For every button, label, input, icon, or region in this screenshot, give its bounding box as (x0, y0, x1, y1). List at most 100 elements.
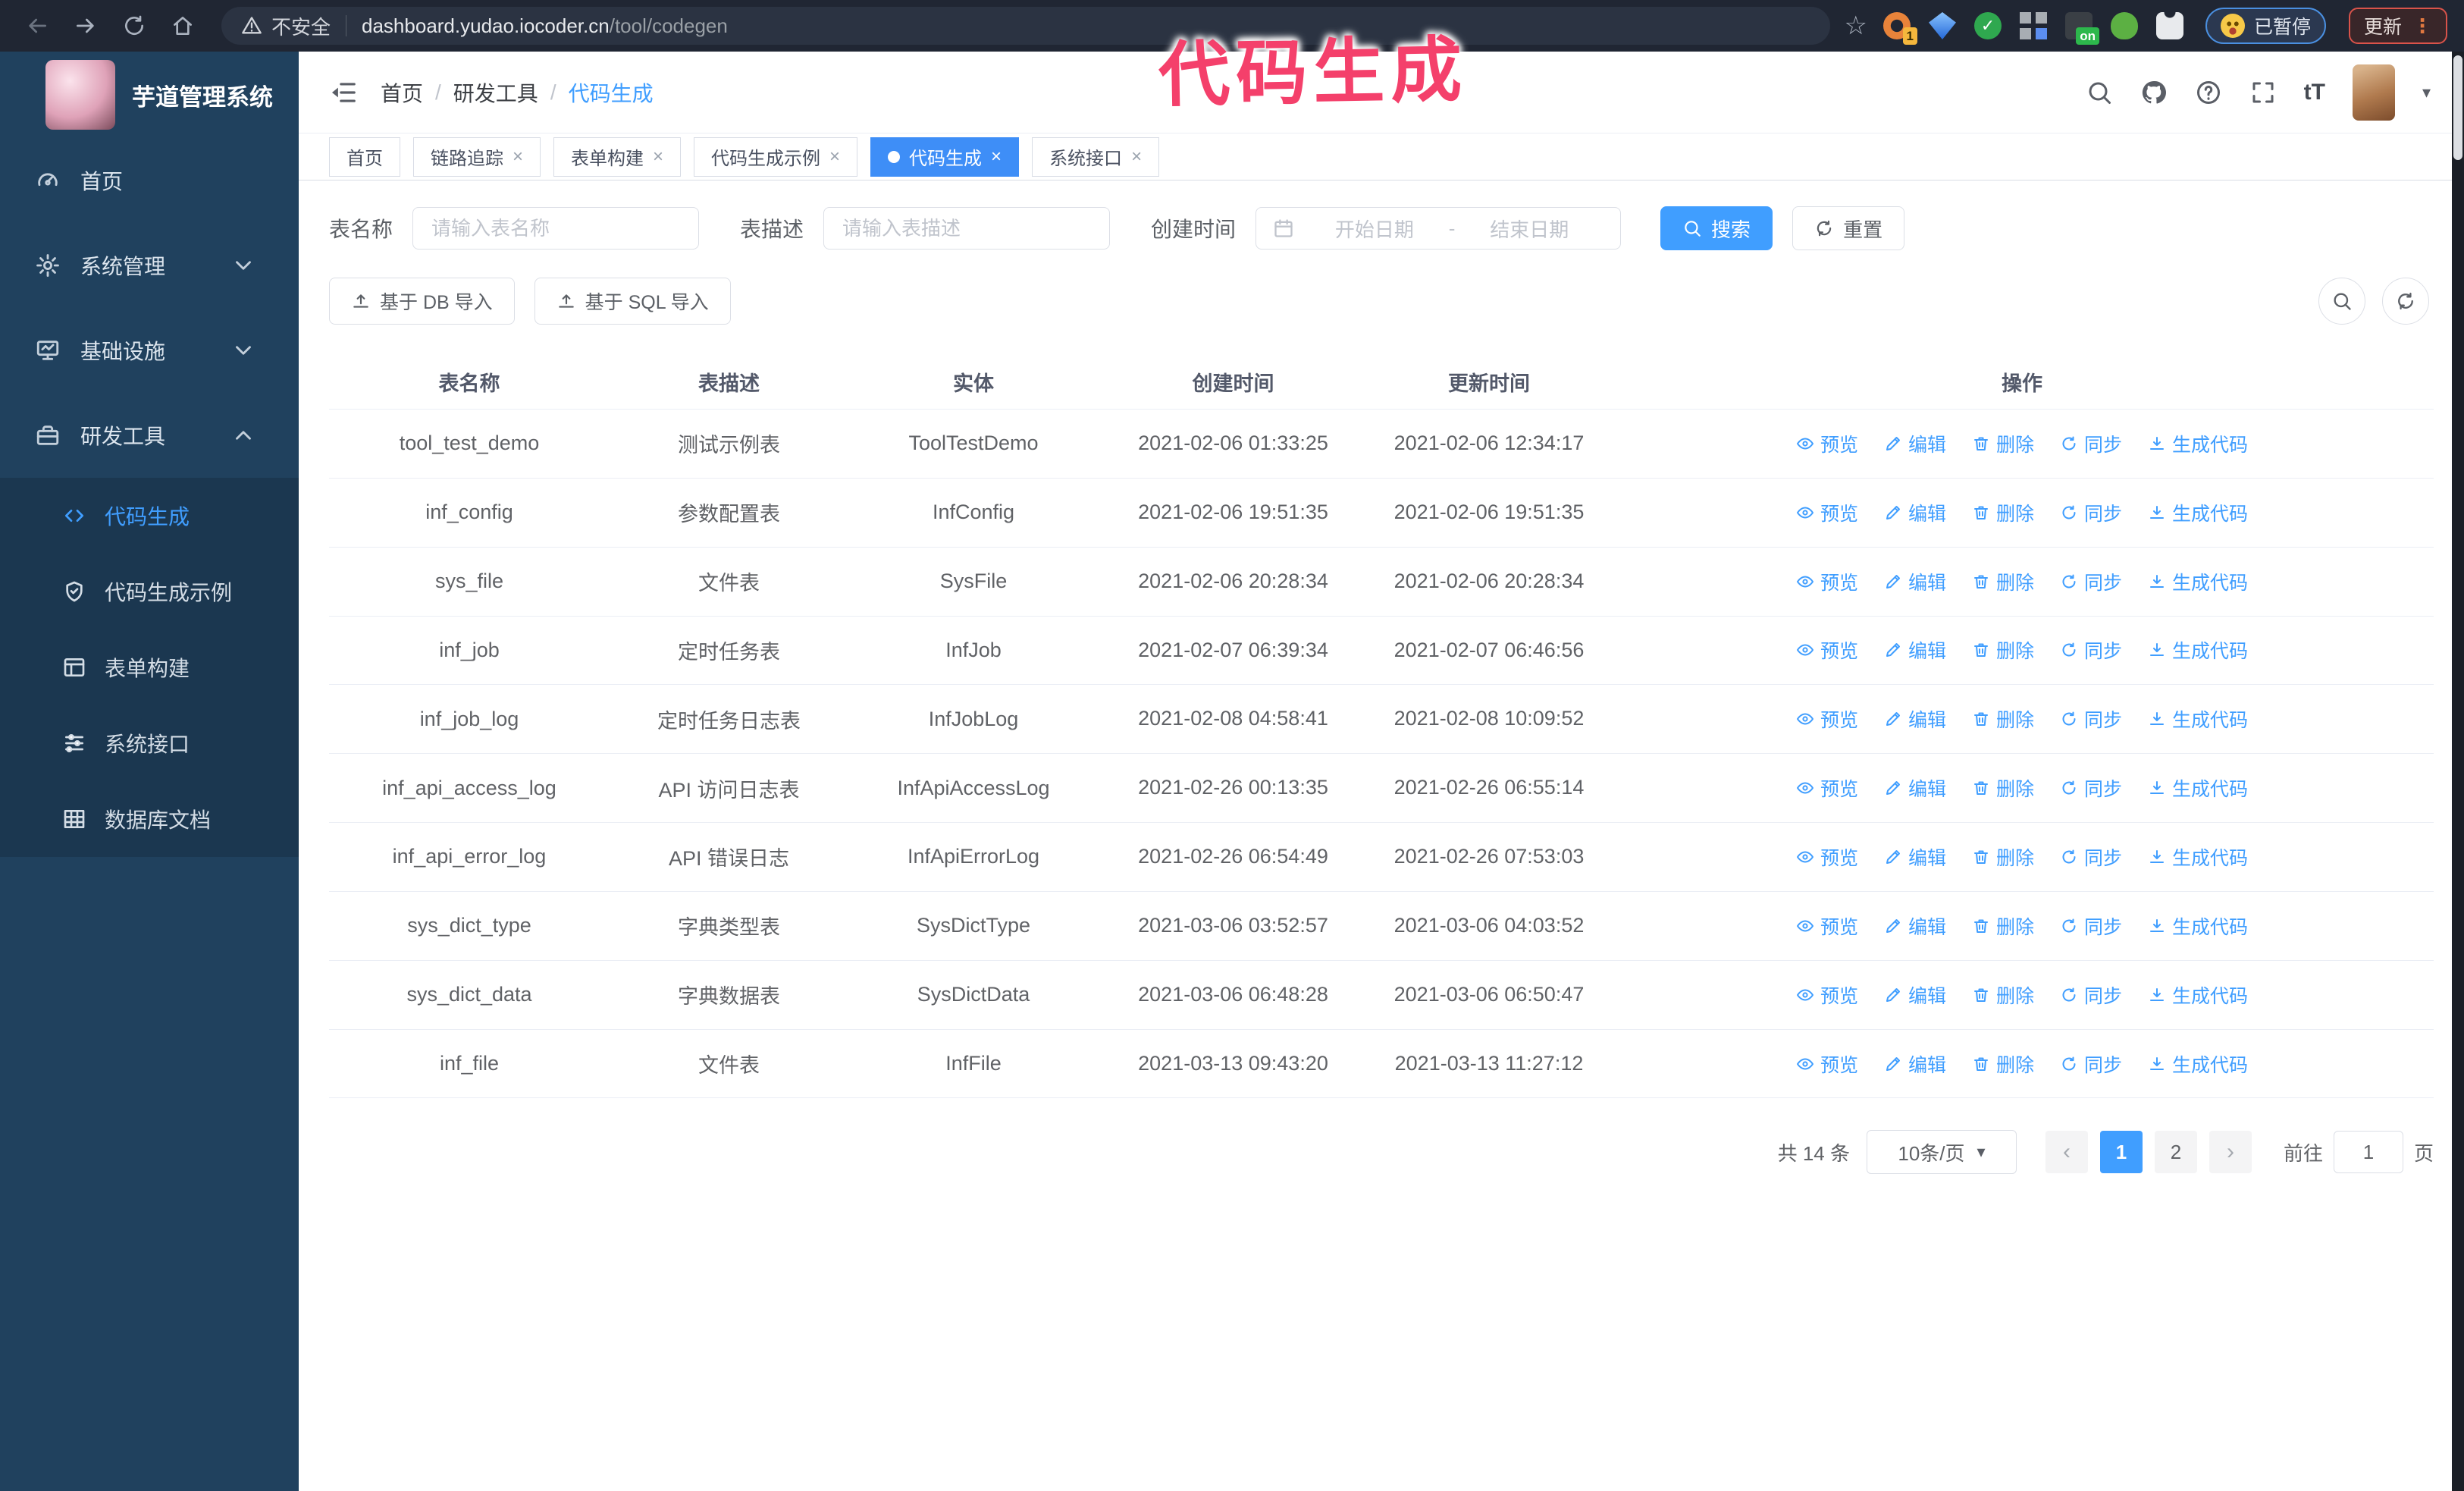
row-action-link[interactable]: 同步 (2060, 912, 2122, 940)
view-tab[interactable]: 代码生成示例 × (694, 137, 858, 177)
row-action-link[interactable]: 编辑 (1884, 843, 1946, 871)
sidebar-menu-item[interactable]: 研发工具 (0, 393, 299, 478)
row-action-link[interactable]: 生成代码 (2148, 430, 2248, 457)
next-page-button[interactable]: › (2209, 1131, 2252, 1174)
font-size-icon[interactable]: tT (2304, 80, 2325, 105)
row-action-link[interactable]: 同步 (2060, 774, 2122, 802)
row-action-link[interactable]: 编辑 (1884, 499, 1946, 526)
sidebar-submenu-item[interactable]: 系统接口 (0, 705, 299, 781)
row-action-link[interactable]: 预览 (1796, 705, 1858, 733)
row-action-link[interactable]: 编辑 (1884, 568, 1946, 595)
sidebar-menu-item[interactable]: 系统管理 (0, 223, 299, 308)
close-tab-icon[interactable]: × (991, 146, 1002, 168)
reset-button[interactable]: 重置 (1792, 206, 1905, 250)
browser-update-button[interactable]: 更新 ⋮ (2348, 8, 2447, 44)
row-action-link[interactable]: 编辑 (1884, 1050, 1946, 1078)
browser-extension-icon[interactable] (1926, 10, 1958, 42)
row-action-link[interactable]: 删除 (1972, 636, 2034, 664)
browser-extension-icon[interactable]: 1 (1881, 10, 1917, 45)
page-size-select[interactable]: 10条/页 ▾ (1866, 1130, 2017, 1175)
row-action-link[interactable]: 生成代码 (2148, 981, 2248, 1009)
paused-extension-pill[interactable]: 已暂停 (2205, 8, 2326, 44)
goto-page-input[interactable] (2333, 1131, 2403, 1174)
close-tab-icon[interactable]: × (513, 146, 523, 168)
app-logo-row[interactable]: 芋道管理系统 (0, 52, 299, 130)
row-action-link[interactable]: 预览 (1796, 912, 1858, 940)
date-range-picker[interactable]: 开始日期 - 结束日期 (1256, 207, 1622, 250)
row-action-link[interactable]: 删除 (1972, 912, 2034, 940)
table-desc-input[interactable] (823, 207, 1111, 250)
row-action-link[interactable]: 生成代码 (2148, 499, 2248, 526)
browser-extension-icon[interactable] (2154, 10, 2186, 42)
row-action-link[interactable]: 同步 (2060, 705, 2122, 733)
row-action-link[interactable]: 删除 (1972, 499, 2034, 526)
browser-menu-icon[interactable]: ⋮ (2412, 14, 2432, 38)
browser-extension-icon[interactable] (2017, 10, 2049, 42)
row-action-link[interactable]: 预览 (1796, 981, 1858, 1009)
browser-home-icon[interactable] (162, 5, 203, 46)
row-action-link[interactable]: 删除 (1972, 843, 2034, 871)
sidebar-menu-item[interactable]: 基础设施 (0, 308, 299, 393)
row-action-link[interactable]: 预览 (1796, 1050, 1858, 1078)
browser-extension-icon[interactable]: ✓ (1972, 10, 2004, 42)
search-button[interactable]: 搜索 (1660, 206, 1773, 250)
row-action-link[interactable]: 同步 (2060, 843, 2122, 871)
row-action-link[interactable]: 预览 (1796, 636, 1858, 664)
browser-extension-icon[interactable]: on (2063, 10, 2099, 45)
row-action-link[interactable]: 预览 (1796, 843, 1858, 871)
db-import-button[interactable]: 基于 DB 导入 (329, 278, 515, 325)
row-action-link[interactable]: 删除 (1972, 705, 2034, 733)
sidebar-submenu-item[interactable]: 数据库文档 (0, 781, 299, 857)
page-number-button[interactable]: 1 (2099, 1131, 2143, 1174)
browser-extension-icon[interactable] (2108, 10, 2140, 42)
row-action-link[interactable]: 生成代码 (2148, 1050, 2248, 1078)
browser-forward-icon[interactable] (65, 5, 106, 46)
row-action-link[interactable]: 同步 (2060, 636, 2122, 664)
bookmark-star-icon[interactable]: ☆ (1844, 11, 1867, 41)
row-action-link[interactable]: 预览 (1796, 568, 1858, 595)
row-action-link[interactable]: 删除 (1972, 981, 2034, 1009)
sidebar-menu-item[interactable]: 首页 (0, 138, 299, 223)
page-number-button[interactable]: 2 (2154, 1131, 2197, 1174)
row-action-link[interactable]: 预览 (1796, 499, 1858, 526)
scrollbar-thumb[interactable] (2453, 55, 2462, 160)
refresh-table-button[interactable] (2382, 278, 2429, 325)
row-action-link[interactable]: 生成代码 (2148, 774, 2248, 802)
fullscreen-icon[interactable] (2249, 79, 2277, 106)
prev-page-button[interactable]: ‹ (2045, 1131, 2088, 1174)
row-action-link[interactable]: 同步 (2060, 499, 2122, 526)
view-tab[interactable]: 表单构建 × (553, 137, 682, 177)
toggle-search-button[interactable] (2318, 278, 2365, 325)
row-action-link[interactable]: 生成代码 (2148, 912, 2248, 940)
row-action-link[interactable]: 删除 (1972, 568, 2034, 595)
row-action-link[interactable]: 同步 (2060, 568, 2122, 595)
browser-back-icon[interactable] (17, 5, 58, 46)
close-tab-icon[interactable]: × (653, 146, 663, 168)
sidebar-submenu-item[interactable]: 表单构建 (0, 629, 299, 705)
sidebar-submenu-item[interactable]: 代码生成示例 (0, 554, 299, 629)
view-tab[interactable]: 代码生成 × (870, 137, 1020, 177)
sidebar-submenu-item[interactable]: 代码生成 (0, 478, 299, 554)
table-name-input[interactable] (412, 207, 700, 250)
row-action-link[interactable]: 生成代码 (2148, 843, 2248, 871)
view-tab[interactable]: 首页 (329, 137, 400, 177)
row-action-link[interactable]: 编辑 (1884, 774, 1946, 802)
row-action-link[interactable]: 同步 (2060, 1050, 2122, 1078)
row-action-link[interactable]: 删除 (1972, 1050, 2034, 1078)
close-tab-icon[interactable]: × (829, 146, 840, 168)
row-action-link[interactable]: 生成代码 (2148, 636, 2248, 664)
row-action-link[interactable]: 同步 (2060, 430, 2122, 457)
row-action-link[interactable]: 编辑 (1884, 981, 1946, 1009)
row-action-link[interactable]: 删除 (1972, 430, 2034, 457)
help-icon[interactable] (2195, 79, 2222, 106)
browser-reload-icon[interactable] (114, 5, 155, 46)
breadcrumb-item[interactable]: / 研发工具 (423, 77, 538, 108)
row-action-link[interactable]: 同步 (2060, 981, 2122, 1009)
row-action-link[interactable]: 生成代码 (2148, 705, 2248, 733)
avatar[interactable] (2352, 64, 2395, 121)
row-action-link[interactable]: 编辑 (1884, 705, 1946, 733)
breadcrumb-item[interactable]: / 代码生成 (538, 77, 654, 108)
row-action-link[interactable]: 预览 (1796, 430, 1858, 457)
user-menu-caret-icon[interactable]: ▾ (2422, 83, 2431, 102)
breadcrumb-item[interactable]: / 首页 (381, 77, 423, 108)
